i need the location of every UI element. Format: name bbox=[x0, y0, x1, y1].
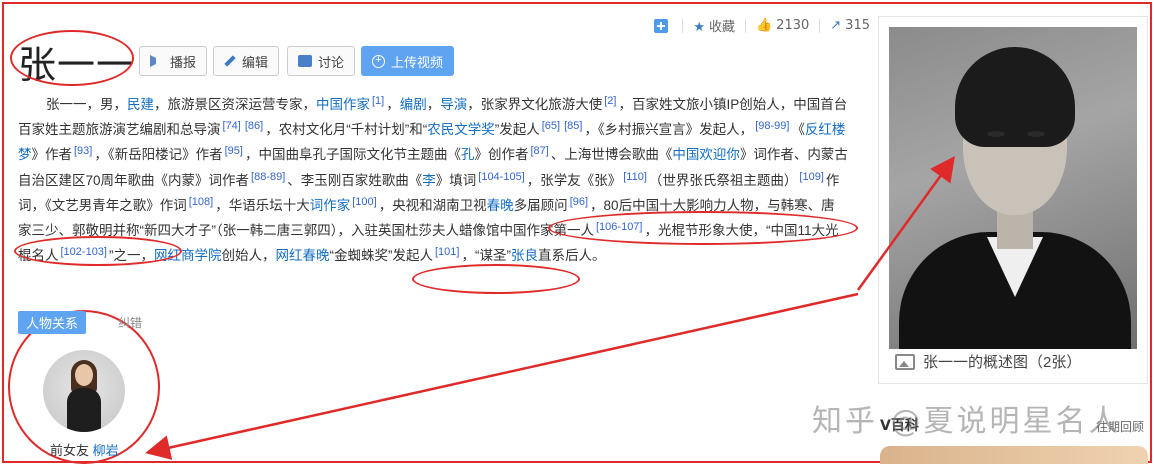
share-icon: ↗ bbox=[830, 18, 842, 33]
link-kong[interactable]: 孔 bbox=[461, 147, 475, 162]
speaker-icon bbox=[150, 55, 164, 67]
image-caption[interactable]: 张一一的概述图（2张） bbox=[895, 351, 1081, 372]
summary-image-panel: 张一一的概述图（2张） bbox=[878, 16, 1148, 384]
summary-paragraph: 张一一，男，民建，旅游景区资深运营专家，中国作家 [1] ，编剧，导演，张家界文化旅… bbox=[18, 95, 848, 264]
reference[interactable]: [87] bbox=[530, 145, 548, 157]
reference[interactable]: [88-89] bbox=[251, 171, 285, 183]
reference[interactable]: [104-105] bbox=[478, 171, 524, 183]
link-zhang-liang[interactable]: 张良 bbox=[511, 248, 538, 263]
reference[interactable]: [101] bbox=[435, 246, 459, 258]
errata-link[interactable]: 纠错 bbox=[118, 314, 142, 331]
reference[interactable]: [96] bbox=[570, 196, 588, 208]
link-chinese-writer[interactable]: 中国作家 bbox=[316, 97, 370, 112]
reference[interactable]: [110] bbox=[623, 171, 647, 183]
thumbnail-image[interactable] bbox=[880, 446, 1148, 464]
chat-icon bbox=[298, 55, 312, 67]
image-icon bbox=[895, 353, 915, 370]
star-icon: ★ bbox=[693, 20, 705, 35]
thumbs-up-icon: 👍 bbox=[755, 18, 773, 33]
link-china-welcomes-you[interactable]: 中国欢迎你 bbox=[672, 147, 740, 162]
reference[interactable]: [95] bbox=[225, 145, 243, 157]
reference[interactable]: [100] bbox=[352, 196, 376, 208]
link-screenwriter[interactable]: 编剧 bbox=[400, 97, 427, 112]
plus-circle-icon: + bbox=[372, 54, 385, 68]
share-button[interactable]: ↗ 315 bbox=[830, 18, 870, 33]
reference[interactable]: [108] bbox=[189, 196, 213, 208]
link-lyricist[interactable]: 词作家 bbox=[310, 198, 351, 213]
portrait-photo[interactable] bbox=[889, 27, 1137, 349]
reference[interactable]: [106-107] bbox=[596, 221, 642, 233]
reference[interactable]: [85] bbox=[564, 120, 582, 132]
reference[interactable]: [74] bbox=[223, 120, 241, 132]
add-icon[interactable] bbox=[654, 18, 669, 33]
reference[interactable]: [109] bbox=[799, 171, 823, 183]
watermark: 知乎 @夏说明星名人 bbox=[812, 404, 1122, 439]
relations-tab[interactable]: 人物关系 bbox=[18, 311, 87, 334]
link-liu-yan[interactable]: 柳岩 bbox=[93, 443, 119, 458]
reference[interactable]: [1] bbox=[372, 95, 384, 107]
link-minjian[interactable]: 民建 bbox=[127, 97, 154, 112]
link-li[interactable]: 李 bbox=[422, 173, 436, 188]
edit-button[interactable]: 编辑 bbox=[213, 46, 280, 76]
link-internet-celebrity-academy[interactable]: 网红商学院 bbox=[154, 248, 222, 263]
link-farmer-literature-award[interactable]: 农民文学奖 bbox=[427, 122, 495, 137]
like-button[interactable]: 👍 2130 bbox=[756, 18, 809, 33]
reference[interactable]: [2] bbox=[604, 95, 616, 107]
avatar[interactable] bbox=[43, 350, 125, 432]
pencil-icon bbox=[224, 55, 236, 67]
favorite-button[interactable]: ★ 收藏 bbox=[693, 16, 735, 35]
reference[interactable]: [98-99] bbox=[755, 120, 789, 132]
link-spring-gala[interactable]: 春晚 bbox=[487, 198, 514, 213]
link-director[interactable]: 导演 bbox=[440, 97, 467, 112]
reference[interactable]: [93] bbox=[74, 145, 92, 157]
reference[interactable]: [102-103] bbox=[61, 246, 107, 258]
broadcast-button[interactable]: 播报 bbox=[139, 46, 208, 76]
relation-label: 前女友 柳岩 bbox=[50, 443, 119, 458]
upload-video-button[interactable]: + 上传视频 bbox=[361, 46, 455, 76]
stats-bar: ★ 收藏 👍 2130 ↗ 315 bbox=[654, 16, 870, 35]
link-internet-spring-gala[interactable]: 网红春晚 bbox=[275, 248, 329, 263]
annotation-circle-title bbox=[10, 30, 134, 86]
reference[interactable]: [86] bbox=[245, 120, 263, 132]
discuss-button[interactable]: 讨论 bbox=[287, 46, 356, 76]
reference[interactable]: [65] bbox=[542, 120, 560, 132]
